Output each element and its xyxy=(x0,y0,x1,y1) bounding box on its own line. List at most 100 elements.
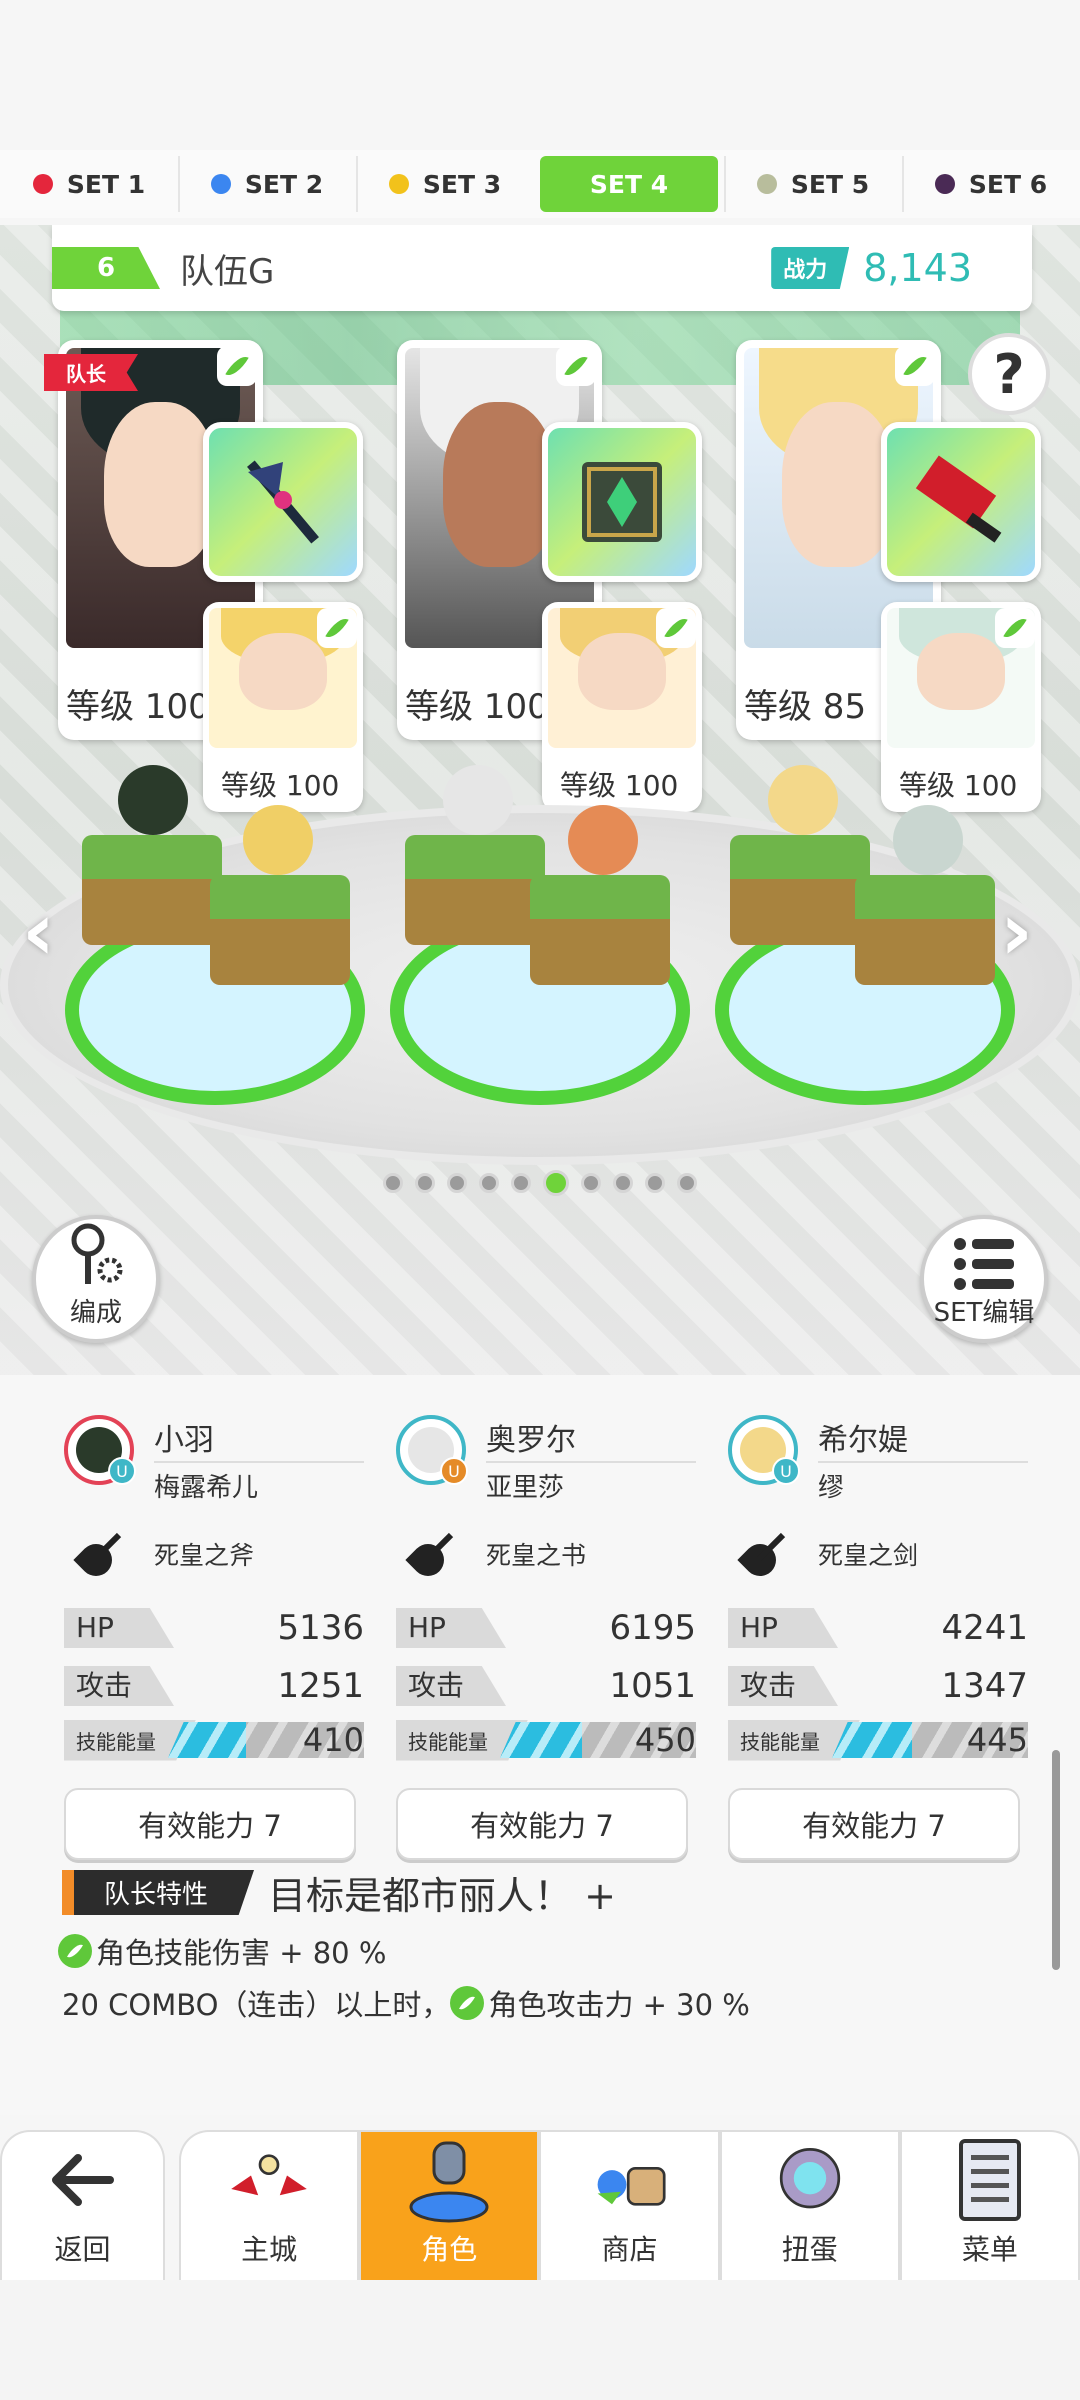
ability-button[interactable]: 有效能力 7 xyxy=(396,1788,688,1860)
leaf-element-icon xyxy=(217,346,257,386)
leader-skill-effect-2-suffix: 角色攻击力 + 30 % xyxy=(488,1988,750,2022)
page-indicator xyxy=(0,1170,1080,1196)
menu-icon xyxy=(958,2139,1021,2221)
key-gear-icon xyxy=(71,1223,123,1284)
weapon-name: 死皇之书 xyxy=(486,1541,587,1570)
scrollbar[interactable] xyxy=(1052,1750,1060,1970)
book-icon xyxy=(582,462,662,542)
ability-button[interactable]: 有效能力 7 xyxy=(728,1788,1020,1860)
tab-set-1[interactable]: SET 1 xyxy=(0,150,178,218)
tab-set-6[interactable]: SET 6 xyxy=(902,150,1080,218)
prev-arrow-icon[interactable]: ‹ xyxy=(22,885,55,978)
leader-skill-effect-2-prefix: 20 COMBO（连击）以上时， xyxy=(62,1988,451,2022)
power-label: 战力 xyxy=(771,247,850,289)
weapon-name: 死皇之剑 xyxy=(818,1541,919,1570)
unit-badge-icon: U xyxy=(440,1457,468,1485)
main-level: 等级 100 xyxy=(66,687,210,727)
character-column-2: U 奥罗尔 亚里莎 死皇之书 HP 6195 攻击 1051 技能能量 450 有效能… xyxy=(396,1415,696,1860)
character-name: 希尔媞 xyxy=(818,1415,1028,1463)
nav-menu-label: 菜单 xyxy=(961,2233,1018,2266)
main-level: 等级 100 xyxy=(405,687,549,727)
back-button[interactable]: 返回 xyxy=(0,2130,165,2280)
nav-gacha-label: 扭蛋 xyxy=(781,2233,838,2266)
chibi-sprite xyxy=(443,765,513,835)
leaf-icon xyxy=(450,1986,485,2020)
castle-icon xyxy=(231,2154,307,2196)
shop-icon xyxy=(597,2166,666,2206)
gacha-icon xyxy=(779,2148,840,2209)
character-slot-3[interactable]: 等级 85 等级 100 xyxy=(736,340,1066,812)
leader-skill-effect-1: 角色技能伤害 + 80 % xyxy=(96,1936,387,1970)
weapon-name: 死皇之斧 xyxy=(154,1541,255,1570)
unit-badge-icon: U xyxy=(108,1457,136,1485)
party-scene: 6 队伍G 战力 8,143 ? 队长 等级 100 等级 100 等级 100… xyxy=(0,225,1080,1375)
leaf-element-icon xyxy=(556,346,596,386)
portrait-face xyxy=(442,402,557,567)
portrait-face xyxy=(238,633,328,711)
page-dot[interactable] xyxy=(511,1173,531,1193)
set-1-color-dot xyxy=(32,174,53,194)
next-arrow-icon[interactable]: › xyxy=(1000,885,1033,978)
chibi-sprite xyxy=(243,805,313,875)
portrait-face xyxy=(781,402,896,567)
set-edit-button[interactable]: SET编辑 xyxy=(920,1215,1048,1343)
page-dot[interactable] xyxy=(677,1173,697,1193)
ability-button[interactable]: 有效能力 7 xyxy=(64,1788,356,1860)
set-5-color-dot xyxy=(756,174,777,194)
page-dot[interactable] xyxy=(383,1173,403,1193)
attack-label: 攻击 xyxy=(64,1666,174,1706)
avatar[interactable]: U xyxy=(728,1415,800,1485)
weapon-icon xyxy=(738,1526,794,1582)
page-dot[interactable] xyxy=(479,1173,499,1193)
leader-skill-label: 队长特性 xyxy=(62,1870,255,1915)
grass-block xyxy=(405,835,545,945)
nav-castle[interactable]: 主城 xyxy=(179,2130,360,2280)
unit-badge-icon: U xyxy=(772,1457,800,1485)
character-column-1: U 小羽 梅露希儿 死皇之斧 HP 5136 攻击 1251 技能能量 410 有效能… xyxy=(64,1415,364,1860)
page-dot-active[interactable] xyxy=(543,1170,569,1196)
character-slot-1[interactable]: 队长 等级 100 等级 100 xyxy=(44,340,388,812)
chibi-sprite xyxy=(768,765,838,835)
team-bar[interactable]: 6 队伍G 战力 8,143 xyxy=(52,225,1032,311)
weapon-slot[interactable] xyxy=(881,422,1041,582)
weapon-slot[interactable] xyxy=(203,422,363,582)
page-dot[interactable] xyxy=(645,1173,665,1193)
leaf-element-icon xyxy=(995,608,1035,648)
character-slot-2[interactable]: 等级 100 等级 100 xyxy=(397,340,727,812)
tab-set-2[interactable]: SET 2 xyxy=(178,150,356,218)
hp-label: HP xyxy=(728,1608,838,1648)
team-name: 队伍G xyxy=(180,251,275,292)
avatar[interactable]: U xyxy=(64,1415,136,1485)
nav-shop[interactable]: 商店 xyxy=(539,2130,720,2280)
page-dot[interactable] xyxy=(415,1173,435,1193)
weapon-slot[interactable] xyxy=(542,422,702,582)
tab-set-3[interactable]: SET 3 xyxy=(356,150,534,218)
grass-block xyxy=(210,875,350,985)
leader-skill-title[interactable]: 目标是都市丽人！ + xyxy=(268,1865,616,1920)
nav-gacha[interactable]: 扭蛋 xyxy=(719,2130,900,2280)
system-bar-area xyxy=(0,2280,1080,2400)
weapon-icon xyxy=(74,1526,130,1582)
hp-label: HP xyxy=(396,1608,506,1648)
grass-block xyxy=(855,875,995,985)
party-platform: ‹ › xyxy=(0,745,1080,1205)
avatar[interactable]: U xyxy=(396,1415,468,1485)
nav-character[interactable]: 角色 xyxy=(359,2130,540,2280)
character-icon xyxy=(409,2141,489,2223)
nav-character-label: 角色 xyxy=(421,2233,478,2266)
page-dot[interactable] xyxy=(613,1173,633,1193)
skill-energy-value: 445 xyxy=(966,1721,1028,1759)
formation-button[interactable]: 编成 xyxy=(32,1215,160,1343)
set-edit-label: SET编辑 xyxy=(933,1298,1035,1328)
tab-set-5[interactable]: SET 5 xyxy=(724,150,902,218)
portrait-face xyxy=(103,402,218,567)
tab-set-4[interactable]: SET 4 xyxy=(540,156,718,212)
set-2-color-dot xyxy=(210,174,231,194)
skill-energy-value: 410 xyxy=(302,1721,364,1759)
grass-block xyxy=(82,835,222,945)
leaf-element-icon xyxy=(656,608,696,648)
page-dot[interactable] xyxy=(447,1173,467,1193)
attack-value: 1051 xyxy=(609,1666,696,1706)
page-dot[interactable] xyxy=(581,1173,601,1193)
nav-menu[interactable]: 菜单 xyxy=(899,2130,1080,2280)
